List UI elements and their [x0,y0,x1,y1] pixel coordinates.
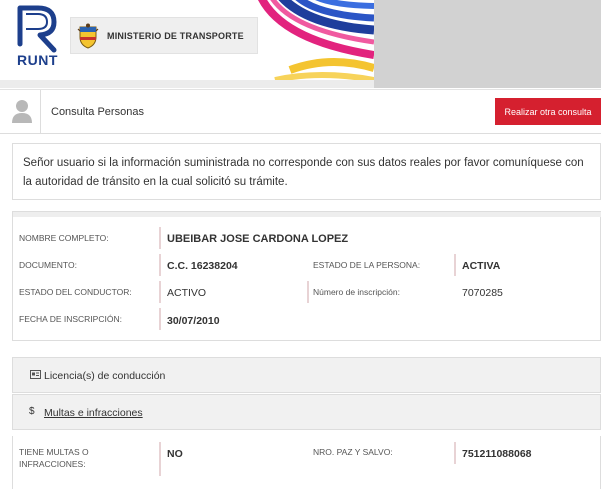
ministry-logo: MINISTERIO DE TRANSPORTE [70,17,258,54]
id-card-icon [30,370,41,379]
info-notice: Señor usuario si la información suminist… [12,143,601,200]
clearance-number-label: NRO. PAZ Y SALVO: [313,447,393,457]
fines-section-header[interactable]: $ Multas e infracciones [12,394,601,430]
registration-number-label: Número de inscripción: [313,287,400,297]
has-fines-label-line1: TIENE MULTAS O [19,447,89,457]
ministry-name: MINISTERIO DE TRANSPORTE [107,31,244,41]
colombia-shield-icon [77,23,99,49]
person-status-value: ACTIVA [462,260,501,272]
field-separator [159,308,161,330]
driver-status-value: ACTIVO [167,287,207,299]
field-separator [454,442,456,464]
fines-panel: TIENE MULTAS O INFRACCIONES: NO NRO. PAZ… [12,436,601,489]
driver-status-label: ESTADO DEL CONDUCTOR: [19,287,132,297]
fines-section-link[interactable]: Multas e infracciones [44,407,143,419]
has-fines-label-line2: INFRACCIONES: [19,459,86,469]
runt-logo-text: RUNT [17,52,58,68]
banner-divider [0,80,374,88]
document-label: DOCUMENTO: [19,260,77,270]
clearance-number-value: 751211088068 [462,448,532,460]
dollar-icon: $ [29,406,35,417]
licenses-section-title: Licencia(s) de conducción [44,370,166,382]
field-separator [159,227,161,249]
field-separator [454,254,456,276]
new-query-button[interactable]: Realizar otra consulta [495,98,601,125]
document-value: C.C. 16238204 [167,260,238,272]
person-info-panel: NOMBRE COMPLETO: UBEIBAR JOSE CARDONA LO… [12,211,601,341]
page-header: Consulta Personas Realizar otra consulta [0,89,601,134]
decorative-wave-graphic [250,0,374,80]
panel-top-bar [13,212,601,217]
field-separator [159,281,161,303]
field-separator [159,442,161,476]
field-separator [307,281,309,303]
page-title: Consulta Personas [51,106,144,118]
full-name-value: UBEIBAR JOSE CARDONA LOPEZ [167,233,349,245]
person-status-label: ESTADO DE LA PERSONA: [313,260,421,270]
licenses-section-header[interactable]: Licencia(s) de conducción [12,357,601,393]
registration-date-label: FECHA DE INSCRIPCIÓN: [19,314,122,324]
header-divider [40,90,41,134]
full-name-label: NOMBRE COMPLETO: [19,233,109,243]
field-separator [159,254,161,276]
registration-number-value: 7070285 [462,287,503,299]
user-icon [12,100,32,123]
banner-background [374,0,601,88]
registration-date-value: 30/07/2010 [167,315,220,327]
has-fines-value: NO [167,448,183,460]
